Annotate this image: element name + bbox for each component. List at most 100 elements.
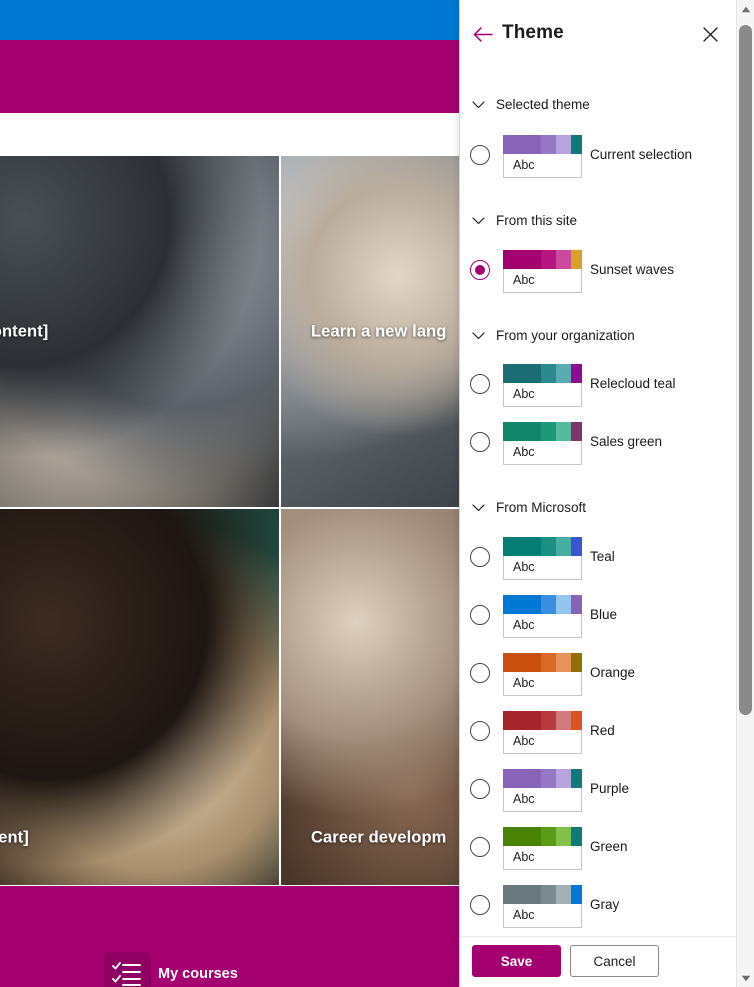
scrollbar-thumb[interactable]	[739, 25, 752, 715]
theme-swatch-sample-text: Abc	[503, 614, 582, 638]
theme-row-blue[interactable]: Abc Blue	[460, 590, 737, 642]
theme-radio[interactable]	[470, 721, 490, 741]
theme-radio[interactable]	[470, 374, 490, 394]
theme-name: Orange	[590, 665, 636, 680]
theme-swatch-bars	[503, 364, 582, 383]
theme-row-sales-green[interactable]: Abc Sales green	[460, 417, 737, 469]
sharepoint-site-background: s [Sample content] Learn a new lang Samp…	[0, 0, 460, 987]
theme-row-orange[interactable]: Abc Orange	[460, 648, 737, 700]
section-header-from-microsoft[interactable]: From Microsoft	[472, 496, 586, 518]
theme-swatch-bars	[503, 422, 582, 441]
save-button[interactable]: Save	[472, 945, 561, 977]
back-arrow-icon[interactable]	[473, 26, 493, 43]
theme-name: Gray	[590, 897, 620, 912]
theme-swatch-sample-text: Abc	[503, 441, 582, 465]
theme-swatch-bars	[503, 769, 582, 788]
hero-card-2-title: Learn a new lang	[311, 322, 447, 340]
cancel-button[interactable]: Cancel	[570, 945, 659, 977]
theme-swatch-bars	[503, 711, 582, 730]
theme-name: Blue	[590, 607, 618, 622]
theme-swatch-sample-text: Abc	[503, 730, 582, 754]
app-window: s [Sample content] Learn a new lang Samp…	[0, 0, 754, 987]
suite-nav-bar	[0, 0, 460, 40]
page-title: Theme	[502, 22, 564, 43]
panel-scrollbar[interactable]	[736, 0, 754, 987]
theme-name: Sales green	[590, 434, 663, 449]
theme-swatch: Abc	[503, 537, 582, 580]
theme-radio[interactable]	[470, 895, 490, 915]
theme-swatch: Abc	[503, 653, 582, 696]
theme-panel: Theme Selected theme Abc Current selecti…	[459, 0, 754, 987]
theme-row-current-selection[interactable]: Abc Current selection	[460, 130, 737, 182]
theme-swatch: Abc	[503, 827, 582, 870]
theme-list[interactable]: Selected theme Abc Current selection Fro…	[460, 66, 737, 936]
theme-row-green[interactable]: Abc Green	[460, 822, 737, 874]
hero-card-1-title: s [Sample content]	[0, 322, 49, 340]
section-header-selected-theme[interactable]: Selected theme	[472, 93, 590, 115]
theme-radio[interactable]	[470, 663, 490, 683]
theme-swatch-bars	[503, 537, 582, 556]
theme-swatch: Abc	[503, 364, 582, 407]
section-header-from-your-organization[interactable]: From your organization	[472, 324, 635, 346]
theme-name: Red	[590, 723, 615, 738]
theme-swatch-bars	[503, 827, 582, 846]
theme-radio[interactable]	[470, 837, 490, 857]
theme-radio[interactable]	[470, 547, 490, 567]
theme-panel-header: Theme	[460, 0, 737, 66]
theme-swatch-sample-text: Abc	[503, 672, 582, 696]
theme-panel-footer: Save Cancel	[460, 936, 737, 987]
theme-row-relecloud-teal[interactable]: Abc Relecloud teal	[460, 359, 737, 411]
theme-swatch-sample-text: Abc	[503, 269, 582, 293]
theme-swatch-sample-text: Abc	[503, 788, 582, 812]
my-courses-label: My courses	[158, 966, 238, 982]
scroll-up-arrow-icon[interactable]	[737, 0, 754, 18]
theme-row-gray[interactable]: Abc Gray	[460, 880, 737, 932]
theme-name: Teal	[590, 549, 615, 564]
hero-card-3[interactable]: Sample content]	[0, 508, 280, 886]
theme-swatch: Abc	[503, 135, 582, 178]
theme-row-teal[interactable]: Abc Teal	[460, 532, 737, 584]
theme-radio[interactable]	[470, 145, 490, 165]
checklist-icon	[112, 962, 141, 986]
hero-card-4-title: Career developm	[311, 828, 447, 847]
theme-radio[interactable]	[470, 260, 490, 280]
section-label: From your organization	[496, 327, 635, 343]
theme-swatch-sample-text: Abc	[503, 154, 582, 178]
theme-swatch: Abc	[503, 595, 582, 638]
scroll-down-arrow-icon[interactable]	[737, 969, 754, 987]
theme-swatch-sample-text: Abc	[503, 556, 582, 580]
theme-swatch-bars	[503, 885, 582, 904]
theme-swatch-bars	[503, 135, 582, 154]
theme-radio[interactable]	[470, 432, 490, 452]
hero-card-3-title: Sample content]	[0, 828, 29, 847]
theme-radio[interactable]	[470, 605, 490, 625]
theme-name: Sunset waves	[590, 262, 675, 277]
hero-card-4[interactable]: Career developm	[280, 508, 460, 886]
theme-name: Current selection	[590, 147, 693, 162]
theme-row-purple[interactable]: Abc Purple	[460, 764, 737, 816]
theme-name: Purple	[590, 781, 630, 796]
theme-name: Green	[590, 839, 628, 854]
site-header-bar	[0, 40, 460, 113]
theme-swatch-sample-text: Abc	[503, 904, 582, 928]
chevron-down-icon	[472, 331, 485, 339]
theme-swatch: Abc	[503, 250, 582, 293]
site-content-spacer	[0, 113, 460, 155]
chevron-down-icon	[472, 503, 485, 511]
theme-radio[interactable]	[470, 779, 490, 799]
hero-card-2[interactable]: Learn a new lang	[280, 155, 460, 508]
theme-swatch-bars	[503, 250, 582, 269]
chevron-down-icon	[472, 100, 485, 108]
theme-swatch: Abc	[503, 422, 582, 465]
chevron-down-icon	[472, 216, 485, 224]
theme-swatch: Abc	[503, 769, 582, 812]
theme-swatch-bars	[503, 595, 582, 614]
section-label: Selected theme	[496, 96, 590, 112]
theme-swatch-bars	[503, 653, 582, 672]
section-header-from-this-site[interactable]: From this site	[472, 209, 577, 231]
theme-swatch: Abc	[503, 711, 582, 754]
hero-card-1[interactable]: s [Sample content]	[0, 155, 280, 508]
close-icon[interactable]	[698, 22, 724, 48]
theme-row-red[interactable]: Abc Red	[460, 706, 737, 758]
theme-row-sunset-waves[interactable]: Abc Sunset waves	[460, 245, 737, 297]
